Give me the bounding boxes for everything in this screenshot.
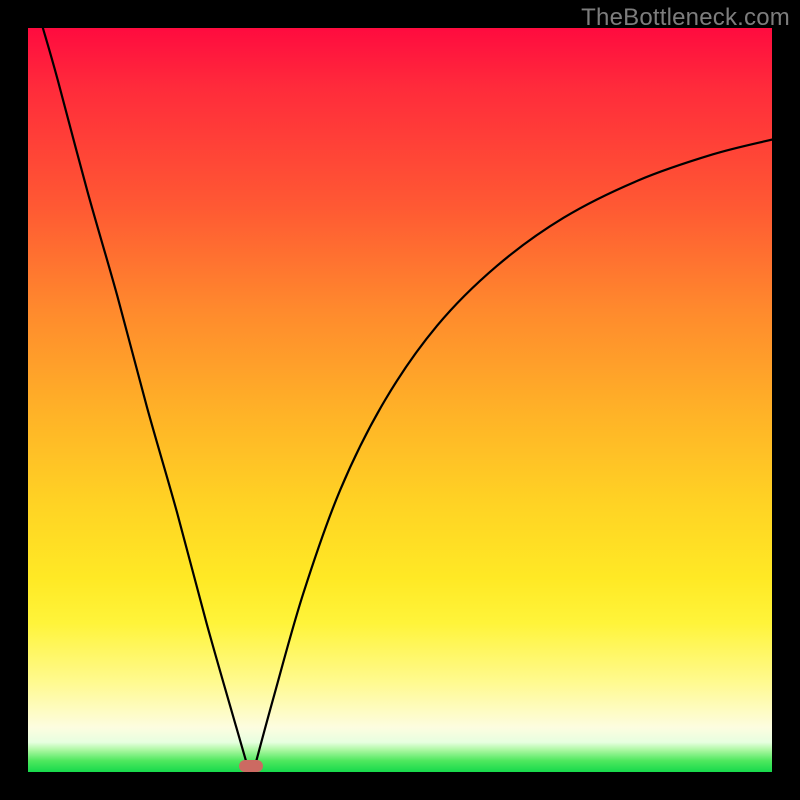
bottleneck-curve: [28, 28, 772, 772]
plot-area: [28, 28, 772, 772]
outer-frame: TheBottleneck.com: [0, 0, 800, 800]
minimum-marker: [239, 760, 263, 772]
curve-left-branch: [43, 28, 248, 766]
curve-right-branch: [255, 140, 772, 766]
